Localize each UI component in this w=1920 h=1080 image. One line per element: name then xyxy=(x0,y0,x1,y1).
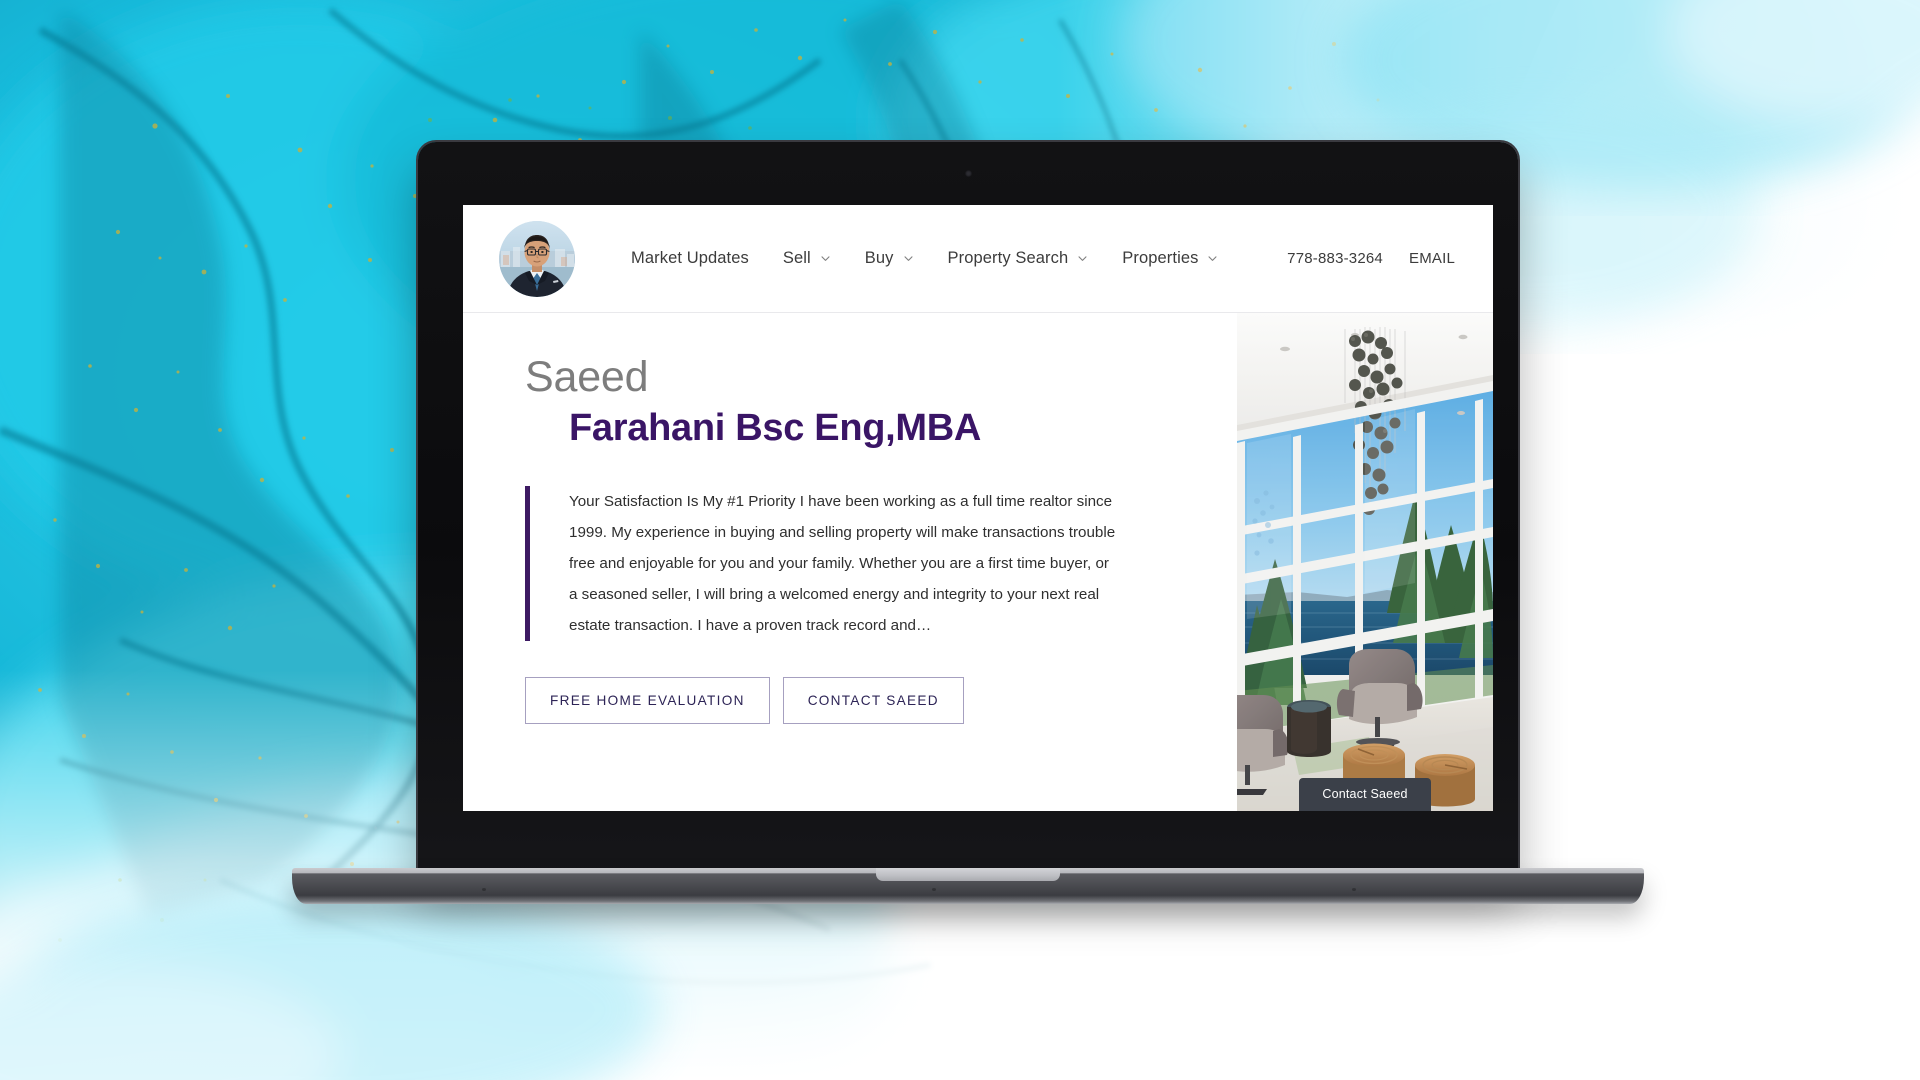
agent-headshot-image xyxy=(499,220,575,297)
chevron-down-icon xyxy=(903,253,914,264)
contact-saeed-tab[interactable]: Contact Saeed xyxy=(1299,778,1431,811)
chevron-down-icon xyxy=(1207,253,1218,264)
laptop-hinge-notch xyxy=(876,868,1060,881)
page-title-first-name: Saeed xyxy=(525,353,649,401)
nav-label: Properties xyxy=(1122,249,1199,267)
accent-bar xyxy=(525,485,530,642)
nav-item-sell[interactable]: Sell xyxy=(783,249,831,268)
laptop-foot xyxy=(482,888,486,891)
header-contact: 778-883-3264 EMAIL xyxy=(1287,250,1455,267)
page-title-last-name: Farahani Bsc Eng,MBA xyxy=(569,407,982,450)
nav-label: Buy xyxy=(864,249,894,267)
nav-label: Market Updates xyxy=(631,249,749,267)
chevron-down-icon xyxy=(820,253,831,264)
laptop-mockup: Market Updates Sell Buy Property Search … xyxy=(292,142,1644,904)
nav-item-properties[interactable]: Properties xyxy=(1122,249,1218,268)
hero-section: Saeed Farahani Bsc Eng,MBA Your Satisfac… xyxy=(463,313,1493,811)
chevron-down-icon xyxy=(1077,253,1088,264)
phone-link[interactable]: 778-883-3264 xyxy=(1287,250,1383,267)
webcam-icon xyxy=(964,170,972,177)
interior-photo xyxy=(1237,313,1493,811)
hero-content: Saeed Farahani Bsc Eng,MBA Your Satisfac… xyxy=(463,313,1237,811)
main-nav: Market Updates Sell Buy Property Search … xyxy=(631,249,1218,268)
laptop-base xyxy=(292,868,1644,904)
nav-item-property-search[interactable]: Property Search xyxy=(948,249,1089,268)
contact-saeed-button[interactable]: CONTACT SAEED xyxy=(782,677,964,725)
free-home-evaluation-button[interactable]: FREE HOME EVALUATION xyxy=(525,677,770,725)
laptop-foot xyxy=(1352,888,1356,891)
laptop-lid: Market Updates Sell Buy Property Search … xyxy=(418,142,1518,880)
bio-block: Your Satisfaction Is My #1 Priority I ha… xyxy=(525,485,1120,642)
nav-item-market-updates[interactable]: Market Updates xyxy=(631,249,749,268)
site-header: Market Updates Sell Buy Property Search … xyxy=(463,205,1493,313)
email-link[interactable]: EMAIL xyxy=(1409,250,1455,267)
bio-text: Your Satisfaction Is My #1 Priority I ha… xyxy=(569,492,1116,635)
avatar[interactable] xyxy=(499,220,575,297)
website-viewport: Market Updates Sell Buy Property Search … xyxy=(463,205,1493,811)
hero-buttons: FREE HOME EVALUATION CONTACT SAEED xyxy=(525,677,1237,725)
laptop-foot xyxy=(932,888,936,891)
nav-label: Property Search xyxy=(947,249,1069,267)
nav-item-buy[interactable]: Buy xyxy=(865,249,914,268)
nav-label: Sell xyxy=(782,249,811,267)
hero-image-panel: Contact Saeed xyxy=(1237,313,1493,811)
